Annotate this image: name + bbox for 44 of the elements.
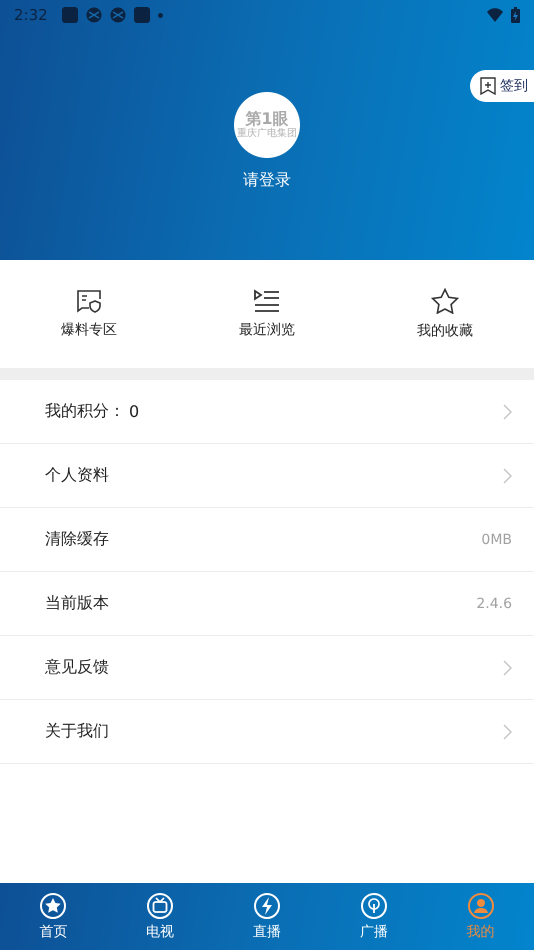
tv-icon: [146, 892, 174, 920]
menu-label: 意见反馈: [45, 657, 109, 678]
chevron-right-icon: [502, 660, 512, 676]
logo-text: 第1眼: [245, 110, 289, 128]
points-value: 0: [129, 402, 140, 421]
notification-icon: [134, 7, 150, 23]
menu-label: 个人资料: [45, 465, 109, 486]
checkin-button[interactable]: 签到: [470, 70, 534, 102]
bookmark-plus-icon: [480, 77, 496, 95]
menu-label: 关于我们: [45, 721, 109, 742]
menu-row[interactable]: 个人资料: [0, 444, 534, 508]
menu-row[interactable]: 意见反馈: [0, 636, 534, 700]
shortcut-button[interactable]: 爆料专区: [0, 260, 178, 368]
star-icon: [431, 288, 459, 314]
menu-label: 清除缓存: [45, 529, 109, 550]
chevron-right-icon: [502, 404, 512, 420]
wifi-icon: [487, 8, 503, 22]
logo-subtitle: 重庆广电集团: [237, 128, 297, 140]
chevron-right-icon: [502, 468, 512, 484]
menu-row[interactable]: 我的积分： 0: [0, 380, 534, 444]
shortcut-button[interactable]: 我的收藏: [356, 260, 534, 368]
nav-tab[interactable]: 首页: [0, 883, 107, 950]
nav-tab[interactable]: 直播: [214, 883, 320, 950]
notification-icon: [62, 7, 78, 23]
battery-icon: [511, 7, 520, 23]
nav-tab[interactable]: 电视: [106, 883, 214, 950]
login-link[interactable]: 请登录: [243, 170, 291, 191]
menu-label: 当前版本: [45, 593, 109, 614]
menu-value: 0MB: [481, 532, 512, 548]
menu-row[interactable]: 当前版本 2.4.6: [0, 572, 534, 636]
dot-icon: [158, 12, 163, 18]
menu-row[interactable]: 清除缓存 0MB: [0, 508, 534, 572]
lightning-icon: [252, 892, 281, 920]
menu-label: 我的积分：: [45, 401, 125, 422]
menu-row[interactable]: 关于我们: [0, 700, 534, 764]
nav-tab[interactable]: 广播: [320, 883, 428, 950]
chevron-right-icon: [502, 724, 512, 740]
person-icon: [466, 892, 495, 920]
playlist-icon: [254, 289, 280, 313]
radio-signal-icon: [360, 892, 388, 920]
shortcut-button[interactable]: 最近浏览: [178, 260, 356, 368]
menu-value: 2.4.6: [476, 596, 512, 612]
message-shield-icon: [75, 289, 103, 313]
status-time: 2:32: [14, 6, 48, 24]
